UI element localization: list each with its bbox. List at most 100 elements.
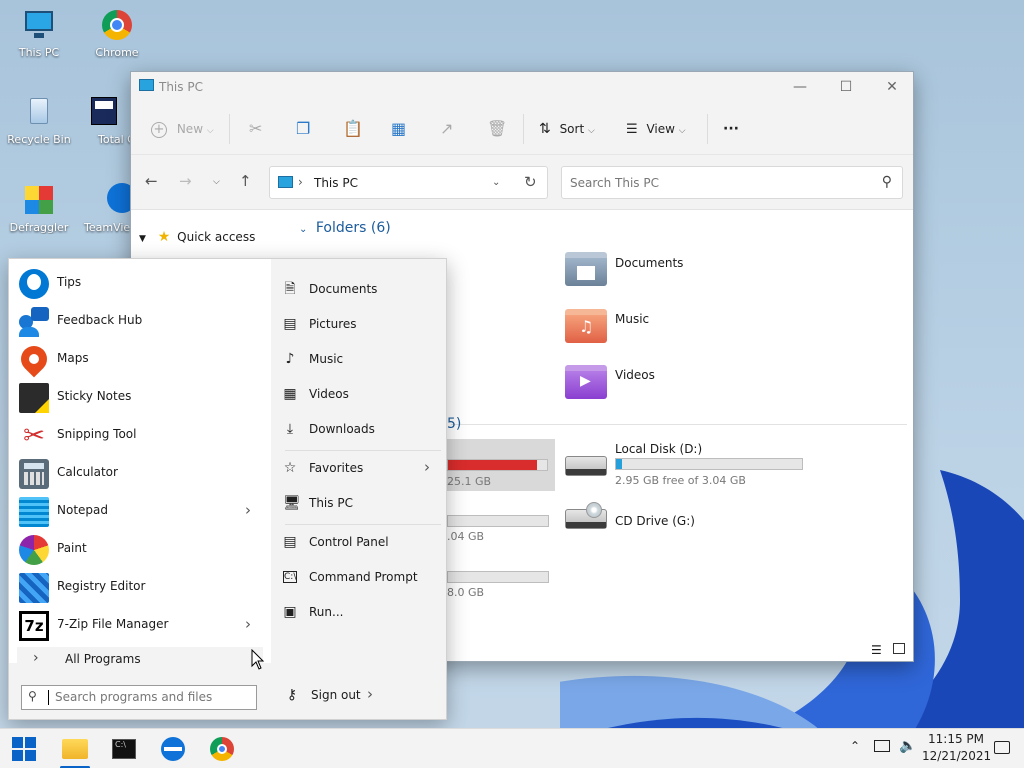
chevron-down-icon: ▼ bbox=[139, 234, 146, 244]
folder-music-label[interactable]: Music bbox=[615, 312, 649, 326]
feedback-hub-icon bbox=[19, 307, 49, 337]
desktop-icon-total-commander[interactable]: Total Comman bbox=[78, 95, 130, 146]
drive-cd-g-label[interactable]: CD Drive (G:) bbox=[615, 514, 695, 528]
large-icons-view-icon[interactable] bbox=[893, 643, 905, 654]
clock-time[interactable]: 11:15 PM bbox=[928, 732, 984, 746]
place-item-videos[interactable]: ▦ Videos bbox=[281, 382, 441, 408]
teamviewer-icon bbox=[87, 183, 137, 217]
videos-folder-icon[interactable]: ▶ bbox=[565, 365, 607, 399]
network-icon[interactable] bbox=[874, 740, 890, 752]
breadcrumb[interactable]: This PC bbox=[314, 176, 358, 190]
details-view-icon[interactable]: ☰ bbox=[871, 643, 882, 657]
place-item-downloads[interactable]: ⤓ Downloads bbox=[281, 417, 441, 443]
desktop-icon-chrome[interactable]: Chrome bbox=[78, 8, 156, 59]
folders-group-header[interactable]: ⌄ Folders (6) bbox=[299, 220, 391, 236]
folder-documents-label[interactable]: Documents bbox=[615, 256, 683, 270]
cut-icon[interactable]: ✂ bbox=[249, 116, 262, 142]
program-item-feedback-hub[interactable]: Feedback Hub bbox=[9, 302, 271, 340]
desktop-icon-defraggler[interactable]: Defraggler bbox=[0, 183, 78, 234]
submenu-chevron-icon[interactable]: › bbox=[245, 501, 251, 519]
search-input[interactable]: Search This PC bbox=[570, 176, 659, 190]
start-search-box[interactable]: ⚲ Search programs and files bbox=[21, 685, 257, 710]
program-item-calculator[interactable]: Calculator bbox=[9, 454, 271, 492]
program-item-registry-editor[interactable]: Registry Editor bbox=[9, 568, 271, 606]
command-bar: + New ⌵ ✂ ❐ 📋 ▦ ↗ 🗑 ⇅ Sort ⌵ ☰ View ⌵ ··… bbox=[131, 102, 913, 155]
place-item-this-pc[interactable]: 🖥 This PC bbox=[281, 491, 441, 517]
submenu-chevron-icon[interactable]: › bbox=[245, 615, 251, 633]
back-arrow-icon[interactable]: ← bbox=[145, 172, 158, 190]
start-button[interactable] bbox=[12, 737, 36, 761]
divider bbox=[707, 114, 708, 144]
program-item-sticky-notes[interactable]: Sticky Notes bbox=[9, 378, 271, 416]
clock-date[interactable]: 12/21/2021 bbox=[922, 749, 991, 763]
file-explorer-taskbar-icon[interactable] bbox=[62, 739, 88, 759]
title-bar[interactable]: This PC — ☐ ✕ bbox=[131, 72, 913, 102]
program-item-notepad[interactable]: Notepad › bbox=[9, 492, 271, 530]
close-button[interactable]: ✕ bbox=[869, 72, 915, 102]
address-bar[interactable]: › This PC ⌄ ↻ bbox=[269, 166, 548, 199]
search-box[interactable]: Search This PC ⚲ bbox=[561, 166, 903, 199]
forward-arrow-icon[interactable]: → bbox=[179, 172, 192, 190]
rename-icon[interactable]: ▦ bbox=[391, 116, 406, 142]
drive-usage-bar bbox=[447, 459, 548, 471]
program-item-tips[interactable]: Tips bbox=[9, 264, 271, 302]
more-options-button[interactable]: ··· bbox=[723, 116, 739, 142]
recent-locations-chevron-icon[interactable]: ⌵ bbox=[213, 177, 220, 187]
sign-out-button[interactable]: ⚷ Sign out › bbox=[283, 683, 443, 709]
recycle-bin-icon bbox=[22, 95, 56, 129]
documents-folder-icon[interactable] bbox=[565, 252, 607, 286]
place-item-run[interactable]: ▣ Run... bbox=[281, 600, 441, 626]
submenu-chevron-icon[interactable]: › bbox=[424, 458, 430, 476]
sort-button[interactable]: ⇅ Sort ⌵ bbox=[539, 116, 595, 142]
folder-videos-label[interactable]: Videos bbox=[615, 368, 655, 382]
place-item-documents[interactable]: 🗎 Documents bbox=[281, 277, 441, 303]
paste-icon[interactable]: 📋 bbox=[343, 116, 363, 142]
taskbar: C:\ ⌃ 🔈 11:15 PM 12/21/2021 bbox=[0, 728, 1024, 768]
place-item-control-panel[interactable]: ▤ Control Panel bbox=[281, 530, 441, 556]
volume-muted-icon[interactable]: 🔈 bbox=[899, 738, 916, 754]
paint-icon bbox=[19, 535, 49, 565]
program-item-paint[interactable]: Paint bbox=[9, 530, 271, 568]
start-menu: Tips Feedback Hub Maps Sticky Notes ✂ Sn… bbox=[8, 258, 447, 720]
command-prompt-icon: C:\ bbox=[283, 571, 297, 583]
quick-access-nav-item[interactable]: ▼ ★ Quick access bbox=[139, 229, 255, 245]
control-panel-icon: ▤ bbox=[283, 534, 297, 550]
star-icon: ★ bbox=[157, 229, 171, 245]
desktop-icon-recycle-bin[interactable]: Recycle Bin bbox=[0, 95, 78, 146]
this-pc-icon bbox=[139, 79, 154, 91]
start-search-input[interactable]: Search programs and files bbox=[55, 690, 212, 704]
delete-icon[interactable]: 🗑 bbox=[487, 116, 507, 142]
drives-group-header[interactable]: 5) bbox=[447, 416, 461, 432]
all-programs-button[interactable]: › All Programs bbox=[17, 647, 263, 673]
place-item-music[interactable]: ♪ Music bbox=[281, 347, 441, 373]
drive-local-disk-d-label[interactable]: Local Disk (D:) bbox=[615, 442, 702, 456]
place-item-pictures[interactable]: ▤ Pictures bbox=[281, 312, 441, 338]
command-prompt-taskbar-icon[interactable]: C:\ bbox=[112, 739, 136, 759]
program-item-7zip[interactable]: 7z 7-Zip File Manager › bbox=[9, 606, 271, 644]
new-button[interactable]: + New ⌵ bbox=[151, 116, 214, 142]
desktop-icon-this-pc[interactable]: This PC bbox=[0, 8, 78, 59]
program-item-snipping-tool[interactable]: ✂ Snipping Tool bbox=[9, 416, 271, 454]
up-arrow-icon[interactable]: ↑ bbox=[239, 172, 252, 190]
drive-free-space: 25.1 GB bbox=[447, 475, 492, 488]
place-item-favorites[interactable]: ☆ Favorites › bbox=[281, 456, 441, 482]
music-folder-icon[interactable]: ♫ bbox=[565, 309, 607, 343]
chrome-taskbar-icon[interactable] bbox=[210, 737, 234, 761]
copy-icon[interactable]: ❐ bbox=[296, 116, 310, 142]
show-hidden-icons-chevron-icon[interactable]: ⌃ bbox=[850, 739, 860, 753]
chrome-icon bbox=[100, 8, 134, 42]
address-dropdown-chevron-icon[interactable]: ⌄ bbox=[492, 177, 500, 188]
notifications-icon[interactable] bbox=[994, 741, 1010, 754]
search-icon[interactable]: ⚲ bbox=[882, 174, 892, 190]
share-icon[interactable]: ↗ bbox=[440, 116, 453, 142]
minimize-button[interactable]: — bbox=[777, 72, 823, 102]
refresh-icon[interactable]: ↻ bbox=[524, 173, 537, 191]
film-icon: ▦ bbox=[283, 386, 297, 402]
program-item-maps[interactable]: Maps bbox=[9, 340, 271, 378]
teamviewer-taskbar-icon[interactable] bbox=[161, 737, 185, 761]
place-item-command-prompt[interactable]: C:\ Command Prompt bbox=[281, 565, 441, 591]
key-icon: ⚷ bbox=[286, 687, 298, 703]
view-button[interactable]: ☰ View ⌵ bbox=[626, 116, 686, 142]
desktop-icon-teamviewer[interactable]: TeamVie bbox=[78, 183, 137, 234]
maximize-button[interactable]: ☐ bbox=[823, 72, 869, 102]
